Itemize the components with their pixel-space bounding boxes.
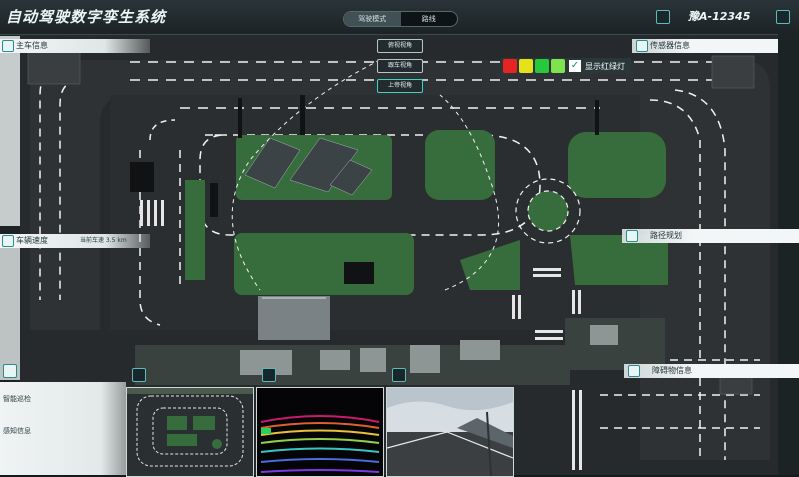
panel-vehicle-info-label: 主车信息 (16, 41, 48, 50)
obstacle-icon (628, 365, 640, 377)
view-button-follow[interactable]: 跟车视角 (377, 59, 423, 73)
left-edge-strip-2 (0, 240, 20, 380)
panel-sensor-info[interactable]: 传感器信息 (632, 39, 782, 53)
minimap-image (127, 388, 253, 476)
vehicle-icon (2, 40, 14, 52)
traffic-light-checkbox[interactable]: ✓ (569, 60, 581, 72)
speed-value: 当前车速 3.5 km (80, 237, 127, 244)
sensor-icon (636, 40, 648, 52)
yellow-lamp-icon (519, 59, 533, 73)
right-edge-strip (778, 34, 799, 475)
mode-tab-drive[interactable]: 驾驶模式 (344, 12, 401, 26)
lidar-image (257, 388, 383, 476)
bottom-left-label-1: 智能巡检 (3, 395, 31, 403)
view-button-god[interactable]: 上帝视角 (377, 79, 423, 93)
app-title: 自动驾驶数字孪生系统 (6, 8, 167, 26)
thumb-lidar[interactable] (256, 387, 384, 477)
panel-path-plan-label: 路径规划 (650, 231, 682, 240)
bottom-left-panel: 智能巡检 感知信息 (0, 364, 126, 475)
view-button-top[interactable]: 俯视视角 (377, 39, 423, 53)
panel-vehicle-info[interactable]: 主车信息 (0, 39, 150, 53)
panel-vehicle-speed-label: 车辆速度 (16, 236, 48, 245)
thumb-camera[interactable] (386, 387, 514, 477)
panel-vehicle-speed[interactable]: 车辆速度 当前车速 3.5 km (0, 234, 150, 248)
green-lamp-icon (535, 59, 549, 73)
traffic-light-toggle[interactable]: ✓ 显示红绿灯 (501, 58, 631, 74)
route-icon (626, 230, 638, 242)
speed-icon (2, 235, 14, 247)
thumb-map-icon[interactable] (132, 368, 146, 382)
thumb-lidar-icon[interactable] (262, 368, 276, 382)
settings-icon[interactable] (776, 10, 790, 24)
traffic-light-label: 显示红绿灯 (585, 61, 625, 71)
lightgreen-lamp-icon (551, 59, 565, 73)
left-edge-strip (0, 36, 20, 226)
bottom-left-label-2: 感知信息 (3, 427, 31, 435)
mode-tab-route[interactable]: 路线 (401, 12, 458, 26)
camera-icon[interactable] (656, 10, 670, 24)
panel-sensor-info-label: 传感器信息 (650, 41, 690, 50)
plate-number: 豫A-12345 (688, 10, 751, 23)
panel-path-plan[interactable]: 路径规划 (622, 229, 799, 243)
thumb-minimap[interactable] (126, 387, 254, 477)
panel-obstacle-info[interactable]: 障碍物信息 (624, 364, 799, 378)
top-bar: 自动驾驶数字孪生系统 驾驶模式 路线 豫A-12345 (0, 0, 799, 35)
red-lamp-icon (503, 59, 517, 73)
camera-image (387, 388, 513, 476)
mode-switch[interactable]: 驾驶模式 路线 (343, 11, 458, 27)
panel-obstacle-info-label: 障碍物信息 (652, 366, 692, 375)
thumb-camera-icon[interactable] (392, 368, 406, 382)
inspect-icon (3, 364, 17, 378)
